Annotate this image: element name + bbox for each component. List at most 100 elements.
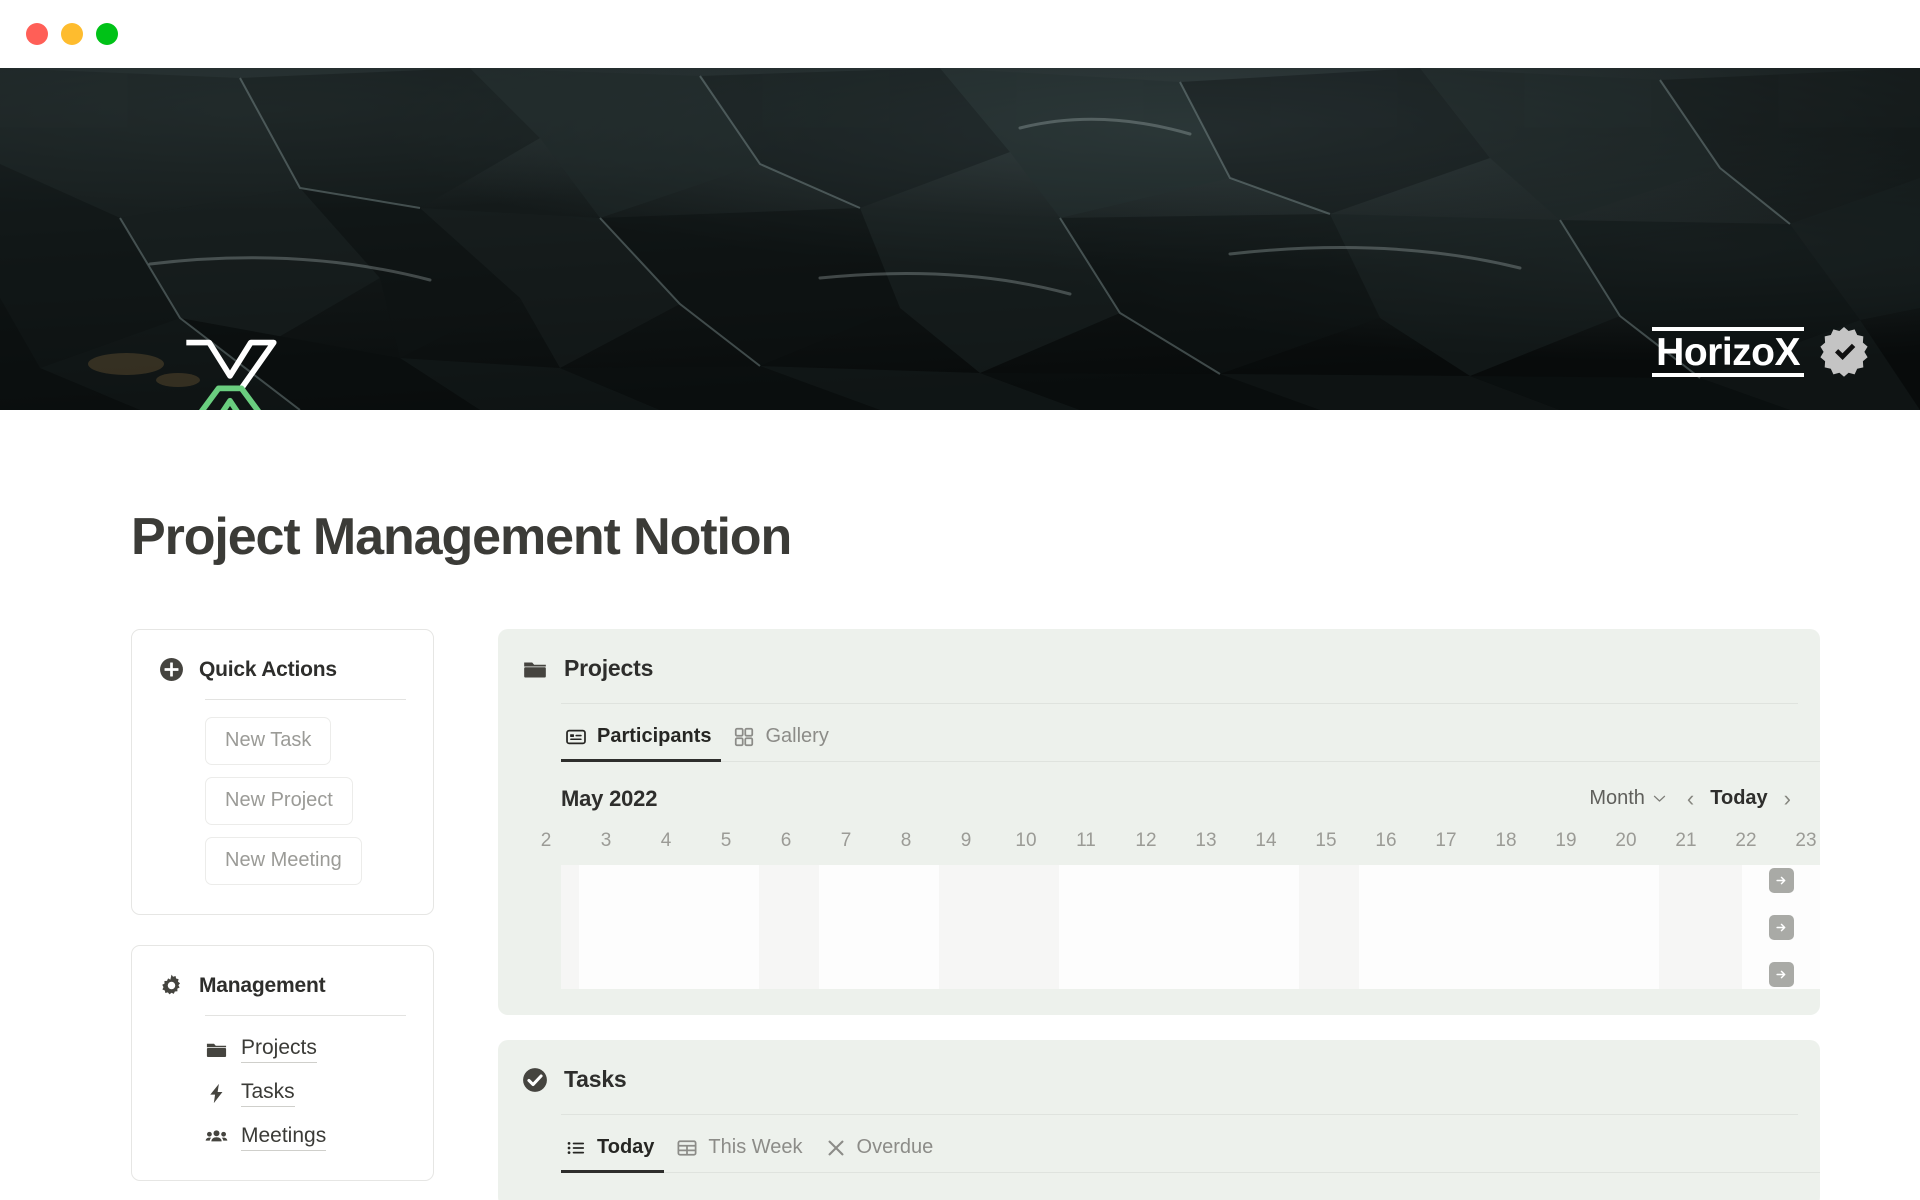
new-project-button[interactable]: New Project — [205, 777, 353, 825]
calendar-day-column[interactable] — [1119, 865, 1179, 989]
card-list-icon — [566, 729, 586, 744]
tab-today[interactable]: Today — [561, 1132, 665, 1173]
calendar-day-number: 3 — [600, 830, 612, 851]
projects-tab-bar: Participants Gallery — [561, 721, 1820, 762]
bolt-icon — [210, 1083, 223, 1104]
management-link-meetings[interactable]: Meetings — [205, 1124, 327, 1151]
calendar-day-column[interactable] — [1599, 865, 1659, 989]
verified-check-badge-icon — [1820, 327, 1868, 377]
management-title: Management — [199, 973, 326, 997]
calendar-day-number: 20 — [1615, 830, 1637, 851]
calendar-day-column[interactable] — [1239, 865, 1299, 989]
calendar-day-column[interactable] — [1479, 865, 1539, 989]
calendar-view-value: Month — [1589, 787, 1645, 809]
folder-icon — [524, 662, 546, 677]
window-titlebar — [0, 0, 1920, 68]
calendar-day-column[interactable] — [1659, 865, 1719, 989]
close-x-icon — [828, 1140, 844, 1155]
hero-background-image — [0, 68, 1920, 410]
calendar-day-number: 19 — [1555, 830, 1577, 851]
management-link-label: Tasks — [241, 1080, 295, 1107]
calendar-day-column[interactable] — [579, 865, 639, 989]
calendar-view-select[interactable]: Month — [1585, 785, 1671, 812]
new-task-button[interactable]: New Task — [205, 717, 332, 765]
calendar-day-number: 11 — [1076, 830, 1096, 851]
arrow-right-in-box-icon[interactable] — [1768, 867, 1794, 893]
calendar-day-number: 13 — [1195, 830, 1217, 851]
brand-name: HorizoX — [1652, 326, 1804, 378]
calendar-day-number: 1 — [498, 830, 516, 852]
calendar-day-column[interactable] — [1299, 865, 1359, 989]
calendar-day-column[interactable] — [759, 865, 819, 989]
calendar-day-number: 22 — [1735, 830, 1757, 851]
tab-label: Today — [597, 1136, 655, 1158]
calendar-day-number: 21 — [1675, 830, 1697, 851]
calendar-day-number: 17 — [1435, 830, 1457, 851]
chevron-down-icon — [1653, 795, 1666, 802]
management-divider — [205, 1015, 406, 1016]
sidebar: Quick Actions New Task New Project New M… — [131, 629, 434, 1200]
calendar-controls: Month ‹ Today › — [1585, 785, 1800, 812]
folder-icon — [206, 1043, 227, 1057]
calendar-day-number: 18 — [1495, 830, 1517, 851]
arrow-right-in-box-icon[interactable] — [1768, 914, 1794, 940]
grid-icon — [735, 727, 754, 746]
tasks-panel-footer-space — [498, 1173, 1820, 1200]
arrow-right-in-box-icon[interactable] — [1768, 961, 1794, 987]
calendar-day-column[interactable] — [699, 865, 759, 989]
quick-actions-title: Quick Actions — [199, 657, 337, 681]
calendar-day-column[interactable] — [879, 865, 939, 989]
people-icon — [205, 1130, 228, 1142]
calendar-today-button[interactable]: Today — [1710, 787, 1767, 810]
calendar-day-column[interactable] — [1539, 865, 1599, 989]
calendar-day-number: 14 — [1255, 830, 1277, 851]
calendar-day-column[interactable] — [939, 865, 999, 989]
tab-label: Overdue — [856, 1136, 934, 1158]
tab-overdue[interactable]: Overdue — [821, 1132, 944, 1173]
projects-panel-divider — [561, 703, 1798, 704]
calendar-day-column[interactable] — [561, 865, 579, 989]
new-meeting-button[interactable]: New Meeting — [205, 837, 362, 885]
check-circle-icon — [523, 1067, 547, 1092]
calendar-day-column[interactable] — [819, 865, 879, 989]
calendar-day-number: 4 — [660, 830, 672, 851]
window-zoom-button[interactable] — [96, 23, 118, 45]
calendar-day-column[interactable] — [1059, 865, 1119, 989]
calendar-day-number: 6 — [780, 830, 792, 851]
window-minimize-button[interactable] — [61, 23, 83, 45]
calendar-toolbar: May 2022 Month ‹ Today › — [561, 785, 1800, 812]
calendar-day-number: 12 — [1135, 830, 1157, 851]
tab-gallery[interactable]: Gallery — [729, 721, 838, 762]
calendar-day-column[interactable] — [1359, 865, 1419, 989]
calendar-day-number: 16 — [1375, 830, 1397, 851]
calendar-next-button[interactable]: › — [1775, 787, 1800, 810]
list-icon — [567, 1141, 585, 1154]
quick-actions-header: Quick Actions — [159, 657, 406, 682]
projects-panel-header: Projects — [498, 655, 1820, 682]
management-card: Management Projects Tasks Meetings — [131, 945, 434, 1181]
calendar-day-number: 2 — [540, 830, 552, 851]
projects-panel: Projects Participants Gallery May 2022 M… — [498, 629, 1820, 1015]
tasks-panel: Tasks Today This Week Overdue — [498, 1040, 1820, 1200]
calendar-day-column[interactable] — [639, 865, 699, 989]
tab-participants[interactable]: Participants — [561, 721, 722, 762]
window-close-button[interactable] — [26, 23, 48, 45]
calendar-day-number: 23 — [1795, 830, 1817, 851]
gear-icon — [162, 974, 181, 995]
x-logo-icon — [186, 339, 277, 410]
quick-actions-divider — [205, 699, 406, 700]
management-link-label: Projects — [241, 1036, 317, 1063]
plus-circle-icon — [160, 658, 183, 681]
calendar-day-header-row: 123456789101112131415161718192021222324 — [498, 830, 1820, 852]
tasks-panel-header: Tasks — [498, 1066, 1820, 1093]
calendar-day-column[interactable] — [1179, 865, 1239, 989]
tab-this-week[interactable]: This Week — [672, 1132, 812, 1173]
management-link-tasks[interactable]: Tasks — [205, 1080, 295, 1107]
calendar-day-number: 9 — [960, 830, 972, 851]
calendar-prev-button[interactable]: ‹ — [1678, 787, 1703, 810]
management-link-projects[interactable]: Projects — [205, 1036, 317, 1063]
calendar-day-column[interactable] — [999, 865, 1059, 989]
tab-label: This Week — [708, 1136, 803, 1158]
calendar-grid[interactable] — [561, 865, 1820, 989]
calendar-day-column[interactable] — [1419, 865, 1479, 989]
